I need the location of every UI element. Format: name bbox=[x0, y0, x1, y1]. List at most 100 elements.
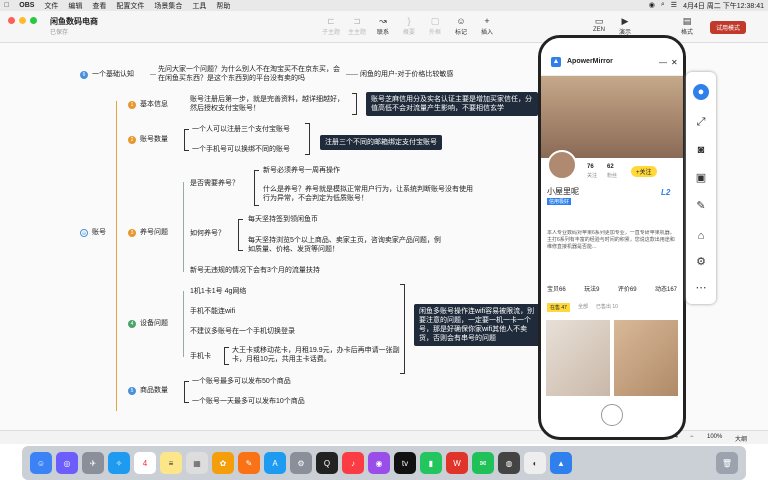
menu-item-view[interactable]: 查看 bbox=[92, 1, 106, 11]
pages-icon[interactable]: ✎ bbox=[238, 452, 260, 474]
tv-icon[interactable]: tv bbox=[394, 452, 416, 474]
toolbar-topic-button[interactable]: ⊐ 主主题 bbox=[344, 16, 370, 36]
nurture-how[interactable]: 如何养号？ bbox=[190, 229, 225, 238]
numbers-icon[interactable]: ▮ bbox=[420, 452, 442, 474]
minimize-button[interactable] bbox=[19, 17, 26, 24]
topic-nurture[interactable]: 养号问题 bbox=[140, 228, 168, 237]
note-email[interactable]: 注册三个不同的邮箱绑定支付宝账号 bbox=[320, 135, 442, 150]
music-icon[interactable]: ♪ bbox=[342, 452, 364, 474]
nurture-answer[interactable]: 新号必须养号一周再操作 bbox=[263, 166, 340, 175]
topic-product-count[interactable]: 商品数量 bbox=[140, 386, 168, 395]
toolbar-marker-button[interactable]: ☺ 标记 bbox=[448, 16, 474, 36]
note-credit[interactable]: 账号芝麻信用分及实名认证主要是增加买家信任，分值高低不会对流量产生影响，不要相信… bbox=[366, 92, 538, 116]
toolbar-subtopic-button[interactable]: ⊏ 子主题 bbox=[318, 16, 344, 36]
root-collapse-icon[interactable]: ⊖ bbox=[80, 229, 88, 237]
toolbar-boundary-button[interactable]: ▢ 外框 bbox=[422, 16, 448, 36]
topic-device[interactable]: 设备问题 bbox=[140, 319, 168, 328]
wechat-icon[interactable]: ✉ bbox=[472, 452, 494, 474]
obs-icon[interactable]: ◍ bbox=[498, 452, 520, 474]
device-item[interactable]: 1机1卡1号 4g网络 bbox=[190, 287, 246, 296]
siri-icon[interactable]: ◎ bbox=[56, 452, 78, 474]
subtab-on-sale[interactable]: 在售 47 bbox=[547, 303, 570, 312]
toolbar-zen-button[interactable]: ▭ ZEN bbox=[586, 16, 612, 33]
tab-reviews[interactable]: 评价69 bbox=[618, 284, 637, 293]
fullscreen-icon[interactable]: ⤢ bbox=[693, 114, 709, 130]
nurture-definition[interactable]: 什么是养号？养号就是模拟正常用户行为，让系统判断账号没有使用行为异常，不会判定为… bbox=[263, 185, 473, 203]
more-icon[interactable]: ⋯ bbox=[693, 280, 709, 296]
chrome-icon[interactable]: ◐ bbox=[524, 452, 546, 474]
zoom-level[interactable]: 100% bbox=[707, 434, 722, 440]
zoom-button[interactable] bbox=[30, 17, 37, 24]
topic-question[interactable]: 先问大家一个问题？为什么别人不在淘宝买不在京东买，会在闲鱼买东西？是这个东西到的… bbox=[158, 65, 343, 83]
record-icon[interactable]: ▣ bbox=[693, 170, 709, 186]
menu-item-profile[interactable]: 配置文件 bbox=[116, 1, 144, 11]
product-count-item[interactable]: 一个账号最多可以发布50个商品 bbox=[192, 377, 291, 386]
tab-play[interactable]: 玩法9 bbox=[584, 284, 599, 293]
minimize-icon[interactable]: — bbox=[659, 58, 667, 67]
menu-app-name[interactable]: OBS bbox=[19, 2, 34, 9]
appstore-icon[interactable]: A bbox=[264, 452, 286, 474]
close-icon[interactable]: ✕ bbox=[671, 58, 678, 67]
settings-icon[interactable]: ⚙ bbox=[693, 254, 709, 270]
apowermirror-dock-icon[interactable]: ▲ bbox=[550, 452, 572, 474]
product-image[interactable] bbox=[614, 320, 678, 396]
wps-icon[interactable]: W bbox=[446, 452, 468, 474]
note-wifi[interactable]: 闲鱼多账号操作连wifi容易被限流，别要注意的问题，一定要一机一卡一个号，那是好… bbox=[414, 304, 544, 346]
subtab-sold[interactable]: 已售出 10 bbox=[596, 303, 618, 312]
device-sim[interactable]: 手机卡 bbox=[190, 352, 211, 361]
finder-icon[interactable]: ☺ bbox=[30, 452, 52, 474]
gift-icon[interactable]: ⌂ bbox=[693, 228, 709, 244]
nurture-question[interactable]: 是否需要养号？ bbox=[190, 179, 239, 188]
launchpad-icon[interactable]: ✈ bbox=[82, 452, 104, 474]
photos-icon[interactable]: ✿ bbox=[212, 452, 234, 474]
device-item[interactable]: 不建议多账号在一个手机切换登录 bbox=[190, 327, 295, 336]
calendar-icon[interactable]: 4 bbox=[134, 452, 156, 474]
tab-items[interactable]: 宝贝66 bbox=[547, 284, 566, 293]
device-item[interactable]: 手机不能连wifi bbox=[190, 307, 235, 316]
topic-basic-cognition[interactable]: 一个基础认知 bbox=[92, 70, 134, 79]
search-icon[interactable]: ⌕ bbox=[661, 1, 665, 11]
menu-item-help[interactable]: 帮助 bbox=[216, 1, 230, 11]
toolbar-insert-button[interactable]: + 插入 bbox=[474, 16, 500, 36]
wifi-icon[interactable]: ◉ bbox=[649, 1, 655, 11]
subtab-all[interactable]: 全部 bbox=[578, 303, 588, 312]
screenshot-icon[interactable]: ◙ bbox=[693, 142, 709, 158]
toolbar-relation-button[interactable]: ↝ 联系 bbox=[370, 16, 396, 36]
nurture-step[interactable]: 每天坚持浏览5个以上商品、卖家主页，咨询卖家产品问题，例如质量、价格、发货等问题… bbox=[248, 236, 443, 254]
outline-button[interactable]: 大纲 bbox=[735, 434, 747, 443]
close-button[interactable] bbox=[8, 17, 15, 24]
nurture-step[interactable]: 每天坚持签到领闲鱼币 bbox=[248, 215, 318, 224]
follow-button[interactable]: +关注 bbox=[631, 166, 657, 177]
topic-answer[interactable]: 闲鱼的用户-对于价格比较敏感 bbox=[360, 70, 453, 79]
avatar[interactable] bbox=[547, 150, 577, 180]
pen-icon[interactable]: ✎ bbox=[693, 198, 709, 214]
account-count-item[interactable]: 一个手机号可以换绑不同的账号 bbox=[192, 145, 290, 154]
home-button[interactable] bbox=[601, 404, 623, 426]
basic-info-text[interactable]: 账号注册后第一步，就是完善资料，越详细越好，然后授权支付宝账号！ bbox=[190, 95, 350, 113]
topic-basic-info[interactable]: 基本信息 bbox=[140, 100, 168, 109]
toolbar-summary-button[interactable]: } 概要 bbox=[396, 16, 422, 36]
account-count-item[interactable]: 一个人可以注册三个支付宝账号 bbox=[192, 125, 290, 134]
apple-icon[interactable]:  bbox=[4, 2, 9, 9]
tab-feed[interactable]: 动态167 bbox=[655, 284, 677, 293]
notes-icon[interactable]: ≡ bbox=[160, 452, 182, 474]
device-sim-detail[interactable]: 大王卡或移动花卡，月租19.9元，办卡后再申请一张副卡，月租10元，共用主卡话费… bbox=[232, 346, 400, 364]
menu-item-edit[interactable]: 编辑 bbox=[68, 1, 82, 11]
phone-mirror-window[interactable]: ▲ ApowerMirror — ✕ 76 关注 62 粉丝 +关注 小屋里呢 … bbox=[538, 35, 686, 440]
control-center-icon[interactable]: ☰ bbox=[671, 1, 677, 11]
user-icon[interactable]: ● bbox=[693, 84, 709, 100]
preview-icon[interactable]: ▦ bbox=[186, 452, 208, 474]
trash-icon[interactable]: 🗑 bbox=[716, 452, 738, 474]
product-image[interactable] bbox=[546, 320, 610, 396]
podcasts-icon[interactable]: ◉ bbox=[368, 452, 390, 474]
settings-app-icon[interactable]: ⚙ bbox=[290, 452, 312, 474]
trial-mode-button[interactable]: 试用模式 bbox=[710, 21, 747, 34]
toolbar-format-button[interactable]: ▤ 格式 bbox=[674, 16, 700, 36]
toolbar-present-button[interactable]: ▶ 演示 bbox=[612, 16, 638, 36]
topic-account[interactable]: 账号 bbox=[92, 228, 106, 237]
safari-icon[interactable]: ✧ bbox=[108, 452, 130, 474]
menu-item-tools[interactable]: 工具 bbox=[192, 1, 206, 11]
menu-item-scenes[interactable]: 场景集合 bbox=[154, 1, 182, 11]
zoom-out-icon[interactable]: − bbox=[690, 434, 694, 440]
qq-icon[interactable]: Q bbox=[316, 452, 338, 474]
